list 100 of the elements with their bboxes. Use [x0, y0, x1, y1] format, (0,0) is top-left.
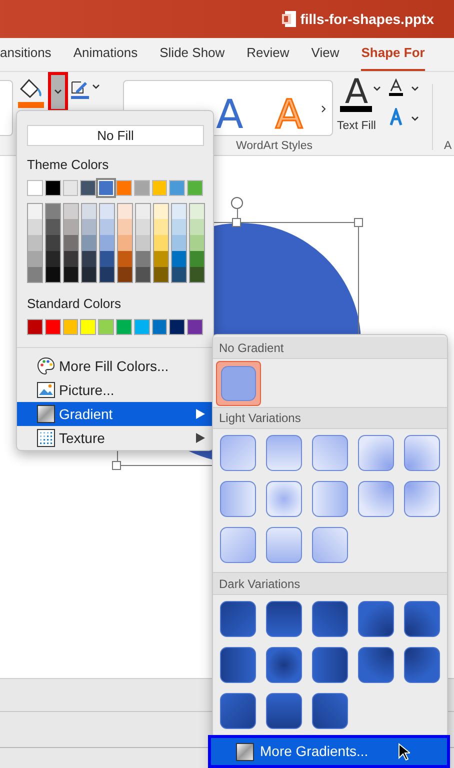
gradient-swatch[interactable] [404, 601, 440, 637]
color-swatch[interactable] [27, 250, 43, 266]
gradient-swatch[interactable] [312, 601, 348, 637]
gradient-swatch[interactable] [312, 481, 348, 517]
color-swatch[interactable] [62, 180, 78, 196]
color-swatch[interactable] [27, 180, 43, 196]
color-swatch[interactable] [189, 250, 205, 266]
color-swatch[interactable] [99, 266, 115, 282]
color-swatch[interactable] [135, 266, 151, 282]
resize-handle[interactable] [112, 461, 121, 470]
gradient-swatch[interactable] [358, 481, 394, 517]
ribbon-tab[interactable]: Review [246, 42, 290, 71]
menu-item[interactable]: Picture... [17, 378, 213, 402]
gradient-swatch[interactable] [266, 527, 302, 563]
color-swatch[interactable] [27, 202, 43, 218]
color-swatch[interactable] [27, 218, 43, 234]
gradient-swatch[interactable] [216, 360, 261, 406]
ribbon-tab[interactable]: ansitions [0, 42, 52, 71]
color-swatch[interactable] [81, 266, 97, 282]
color-swatch[interactable] [99, 250, 115, 266]
color-swatch[interactable] [63, 234, 79, 250]
color-swatch[interactable] [135, 218, 151, 234]
color-swatch[interactable] [171, 250, 187, 266]
gradient-swatch[interactable] [266, 693, 302, 729]
color-swatch[interactable] [117, 266, 133, 282]
color-swatch[interactable] [153, 266, 169, 282]
color-swatch[interactable] [63, 250, 79, 266]
gradient-swatch[interactable] [312, 647, 348, 683]
gradient-swatch[interactable] [404, 435, 440, 471]
color-swatch[interactable] [44, 319, 61, 335]
color-swatch[interactable] [189, 266, 205, 282]
color-swatch[interactable] [153, 202, 169, 218]
gradient-swatch[interactable] [266, 481, 302, 517]
resize-handle[interactable] [354, 218, 363, 227]
menu-item[interactable]: More Fill Colors... [17, 354, 213, 378]
color-swatch[interactable] [80, 180, 96, 196]
gradient-swatch[interactable] [312, 693, 348, 729]
color-swatch[interactable] [98, 319, 114, 335]
color-swatch[interactable] [134, 180, 150, 196]
color-swatch[interactable] [135, 202, 151, 218]
color-swatch[interactable] [117, 234, 133, 250]
color-swatch[interactable] [45, 218, 61, 234]
bucket-icon[interactable] [18, 76, 44, 108]
ribbon-tab[interactable]: Slide Show [160, 42, 225, 71]
gradient-swatch[interactable] [358, 601, 394, 637]
color-swatch[interactable] [116, 319, 132, 335]
gradient-swatch[interactable] [404, 481, 440, 517]
color-swatch[interactable] [99, 202, 115, 218]
color-swatch[interactable] [45, 266, 61, 282]
color-swatch[interactable] [189, 234, 205, 250]
color-swatch[interactable] [171, 218, 187, 234]
gradient-swatch[interactable] [220, 647, 256, 683]
gradient-swatch[interactable] [220, 601, 256, 637]
color-swatch[interactable] [189, 202, 205, 218]
color-swatch[interactable] [171, 266, 187, 282]
text-outline-icon[interactable] [388, 78, 404, 96]
color-swatch[interactable] [63, 218, 79, 234]
color-swatch[interactable] [81, 234, 97, 250]
color-swatch[interactable] [116, 180, 132, 196]
gradient-swatch[interactable] [266, 435, 302, 471]
color-swatch[interactable] [44, 180, 61, 196]
resize-handle[interactable] [232, 218, 241, 227]
color-swatch[interactable] [153, 218, 169, 234]
color-swatch[interactable] [171, 202, 187, 218]
color-swatch[interactable] [134, 319, 150, 335]
color-swatch[interactable] [169, 319, 186, 335]
color-swatch[interactable] [45, 250, 61, 266]
ribbon-tab[interactable]: Animations [73, 42, 138, 71]
text-effects-icon[interactable] [388, 108, 404, 126]
color-swatch[interactable] [63, 266, 79, 282]
color-swatch[interactable] [152, 319, 168, 335]
gradient-swatch[interactable] [220, 481, 256, 517]
gradient-swatch[interactable] [358, 435, 394, 471]
color-swatch[interactable] [169, 180, 186, 196]
gradient-swatch[interactable] [220, 693, 256, 729]
gradient-swatch[interactable] [358, 647, 394, 683]
color-swatch[interactable] [62, 319, 78, 335]
gradient-swatch[interactable] [220, 527, 256, 563]
color-swatch[interactable] [99, 234, 115, 250]
color-swatch[interactable] [99, 218, 115, 234]
color-swatch[interactable] [81, 218, 97, 234]
color-swatch[interactable] [80, 319, 96, 335]
pen-icon[interactable] [70, 80, 90, 100]
color-swatch[interactable] [81, 250, 97, 266]
gradient-swatch[interactable] [404, 647, 440, 683]
color-swatch[interactable] [171, 234, 187, 250]
color-swatch[interactable] [153, 234, 169, 250]
color-swatch[interactable] [187, 319, 203, 335]
no-fill-button[interactable]: No Fill [27, 125, 204, 146]
color-swatch[interactable] [135, 234, 151, 250]
rotate-handle-icon[interactable] [231, 197, 243, 209]
color-swatch[interactable] [27, 234, 43, 250]
color-swatch[interactable] [45, 234, 61, 250]
gradient-swatch[interactable] [266, 647, 302, 683]
color-swatch[interactable] [27, 319, 43, 335]
color-swatch[interactable] [27, 266, 43, 282]
color-swatch[interactable] [81, 202, 97, 218]
gradient-swatch[interactable] [220, 435, 256, 471]
ribbon-tab[interactable]: View [311, 42, 340, 71]
wordart-style[interactable]: A [216, 95, 244, 135]
